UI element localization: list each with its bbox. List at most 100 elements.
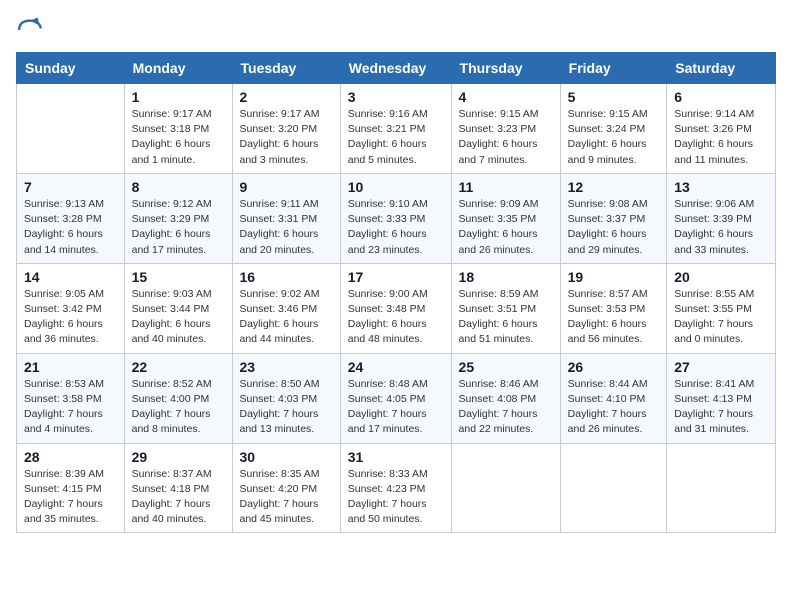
day-info: Sunrise: 9:11 AM Sunset: 3:31 PM Dayligh… (240, 197, 333, 258)
day-cell: 1 Sunrise: 9:17 AM Sunset: 3:18 PM Daylig… (124, 84, 232, 174)
day-cell (667, 443, 776, 533)
day-cell: 23 Sunrise: 8:50 AM Sunset: 4:03 PM Dayli… (232, 353, 340, 443)
day-info: Sunrise: 9:17 AM Sunset: 3:18 PM Dayligh… (132, 107, 225, 168)
day-info: Sunrise: 9:05 AM Sunset: 3:42 PM Dayligh… (24, 287, 117, 348)
week-row-5: 28 Sunrise: 8:39 AM Sunset: 4:15 PM Dayli… (17, 443, 776, 533)
day-info: Sunrise: 8:55 AM Sunset: 3:55 PM Dayligh… (674, 287, 768, 348)
day-info: Sunrise: 8:37 AM Sunset: 4:18 PM Dayligh… (132, 467, 225, 528)
logo-icon (16, 16, 44, 44)
day-cell: 31 Sunrise: 8:33 AM Sunset: 4:23 PM Dayli… (340, 443, 451, 533)
day-info: Sunrise: 9:14 AM Sunset: 3:26 PM Dayligh… (674, 107, 768, 168)
day-cell: 12 Sunrise: 9:08 AM Sunset: 3:37 PM Dayli… (560, 173, 667, 263)
day-cell: 26 Sunrise: 8:44 AM Sunset: 4:10 PM Dayli… (560, 353, 667, 443)
day-number: 18 (459, 269, 553, 285)
day-number: 28 (24, 449, 117, 465)
day-info: Sunrise: 9:03 AM Sunset: 3:44 PM Dayligh… (132, 287, 225, 348)
day-info: Sunrise: 9:13 AM Sunset: 3:28 PM Dayligh… (24, 197, 117, 258)
day-number: 6 (674, 89, 768, 105)
day-info: Sunrise: 8:39 AM Sunset: 4:15 PM Dayligh… (24, 467, 117, 528)
day-info: Sunrise: 9:15 AM Sunset: 3:23 PM Dayligh… (459, 107, 553, 168)
day-number: 10 (348, 179, 444, 195)
day-info: Sunrise: 9:17 AM Sunset: 3:20 PM Dayligh… (240, 107, 333, 168)
day-number: 23 (240, 359, 333, 375)
day-cell: 7 Sunrise: 9:13 AM Sunset: 3:28 PM Daylig… (17, 173, 125, 263)
day-info: Sunrise: 8:48 AM Sunset: 4:05 PM Dayligh… (348, 377, 444, 438)
day-cell: 10 Sunrise: 9:10 AM Sunset: 3:33 PM Dayli… (340, 173, 451, 263)
day-info: Sunrise: 9:06 AM Sunset: 3:39 PM Dayligh… (674, 197, 768, 258)
day-info: Sunrise: 8:41 AM Sunset: 4:13 PM Dayligh… (674, 377, 768, 438)
day-number: 1 (132, 89, 225, 105)
day-cell: 29 Sunrise: 8:37 AM Sunset: 4:18 PM Dayli… (124, 443, 232, 533)
day-cell: 13 Sunrise: 9:06 AM Sunset: 3:39 PM Dayli… (667, 173, 776, 263)
day-cell: 25 Sunrise: 8:46 AM Sunset: 4:08 PM Dayli… (451, 353, 560, 443)
day-info: Sunrise: 9:08 AM Sunset: 3:37 PM Dayligh… (568, 197, 660, 258)
day-info: Sunrise: 8:50 AM Sunset: 4:03 PM Dayligh… (240, 377, 333, 438)
day-number: 26 (568, 359, 660, 375)
day-cell (560, 443, 667, 533)
day-number: 4 (459, 89, 553, 105)
day-info: Sunrise: 9:12 AM Sunset: 3:29 PM Dayligh… (132, 197, 225, 258)
column-header-tuesday: Tuesday (232, 53, 340, 84)
day-info: Sunrise: 9:10 AM Sunset: 3:33 PM Dayligh… (348, 197, 444, 258)
week-row-4: 21Sunrise: 8:53 AM Sunset: 3:58 PM Dayli… (17, 353, 776, 443)
day-info: Sunrise: 8:59 AM Sunset: 3:51 PM Dayligh… (459, 287, 553, 348)
day-number: 29 (132, 449, 225, 465)
day-info: Sunrise: 8:52 AM Sunset: 4:00 PM Dayligh… (132, 377, 225, 438)
day-number: 2 (240, 89, 333, 105)
day-number: 11 (459, 179, 553, 195)
day-cell: 21Sunrise: 8:53 AM Sunset: 3:58 PM Dayli… (17, 353, 125, 443)
day-number: 3 (348, 89, 444, 105)
day-number: 16 (240, 269, 333, 285)
day-cell: 19Sunrise: 8:57 AM Sunset: 3:53 PM Dayli… (560, 263, 667, 353)
day-number: 7 (24, 179, 117, 195)
day-info: Sunrise: 8:46 AM Sunset: 4:08 PM Dayligh… (459, 377, 553, 438)
column-header-thursday: Thursday (451, 53, 560, 84)
day-number: 9 (240, 179, 333, 195)
page-header (16, 16, 776, 44)
day-cell: 28 Sunrise: 8:39 AM Sunset: 4:15 PM Dayli… (17, 443, 125, 533)
day-cell: 3Sunrise: 9:16 AM Sunset: 3:21 PM Daylig… (340, 84, 451, 174)
day-cell: 2 Sunrise: 9:17 AM Sunset: 3:20 PM Daylig… (232, 84, 340, 174)
day-info: Sunrise: 8:44 AM Sunset: 4:10 PM Dayligh… (568, 377, 660, 438)
day-number: 5 (568, 89, 660, 105)
day-number: 17 (348, 269, 444, 285)
day-number: 13 (674, 179, 768, 195)
day-number: 15 (132, 269, 225, 285)
day-number: 20 (674, 269, 768, 285)
day-info: Sunrise: 8:33 AM Sunset: 4:23 PM Dayligh… (348, 467, 444, 528)
day-cell: 22Sunrise: 8:52 AM Sunset: 4:00 PM Dayli… (124, 353, 232, 443)
day-cell: 15 Sunrise: 9:03 AM Sunset: 3:44 PM Dayli… (124, 263, 232, 353)
day-cell: 4 Sunrise: 9:15 AM Sunset: 3:23 PM Daylig… (451, 84, 560, 174)
day-info: Sunrise: 8:57 AM Sunset: 3:53 PM Dayligh… (568, 287, 660, 348)
day-info: Sunrise: 8:53 AM Sunset: 3:58 PM Dayligh… (24, 377, 117, 438)
day-number: 30 (240, 449, 333, 465)
day-cell: 27Sunrise: 8:41 AM Sunset: 4:13 PM Dayli… (667, 353, 776, 443)
day-cell: 6 Sunrise: 9:14 AM Sunset: 3:26 PM Daylig… (667, 84, 776, 174)
day-cell: 18 Sunrise: 8:59 AM Sunset: 3:51 PM Dayli… (451, 263, 560, 353)
column-header-friday: Friday (560, 53, 667, 84)
week-row-2: 7 Sunrise: 9:13 AM Sunset: 3:28 PM Daylig… (17, 173, 776, 263)
day-number: 31 (348, 449, 444, 465)
day-cell: 14 Sunrise: 9:05 AM Sunset: 3:42 PM Dayli… (17, 263, 125, 353)
day-cell (17, 84, 125, 174)
day-cell: 20 Sunrise: 8:55 AM Sunset: 3:55 PM Dayli… (667, 263, 776, 353)
day-cell: 8 Sunrise: 9:12 AM Sunset: 3:29 PM Daylig… (124, 173, 232, 263)
week-row-3: 14 Sunrise: 9:05 AM Sunset: 3:42 PM Dayli… (17, 263, 776, 353)
day-cell: 11Sunrise: 9:09 AM Sunset: 3:35 PM Dayli… (451, 173, 560, 263)
day-info: Sunrise: 8:35 AM Sunset: 4:20 PM Dayligh… (240, 467, 333, 528)
day-number: 24 (348, 359, 444, 375)
day-cell: 17 Sunrise: 9:00 AM Sunset: 3:48 PM Dayli… (340, 263, 451, 353)
day-number: 12 (568, 179, 660, 195)
day-number: 8 (132, 179, 225, 195)
day-cell: 5 Sunrise: 9:15 AM Sunset: 3:24 PM Daylig… (560, 84, 667, 174)
day-info: Sunrise: 9:00 AM Sunset: 3:48 PM Dayligh… (348, 287, 444, 348)
day-number: 14 (24, 269, 117, 285)
day-cell: 9 Sunrise: 9:11 AM Sunset: 3:31 PM Daylig… (232, 173, 340, 263)
column-header-monday: Monday (124, 53, 232, 84)
day-number: 25 (459, 359, 553, 375)
calendar-header-row: SundayMondayTuesdayWednesdayThursdayFrid… (17, 53, 776, 84)
column-header-saturday: Saturday (667, 53, 776, 84)
day-cell: 24 Sunrise: 8:48 AM Sunset: 4:05 PM Dayli… (340, 353, 451, 443)
day-info: Sunrise: 9:15 AM Sunset: 3:24 PM Dayligh… (568, 107, 660, 168)
day-cell: 30 Sunrise: 8:35 AM Sunset: 4:20 PM Dayli… (232, 443, 340, 533)
